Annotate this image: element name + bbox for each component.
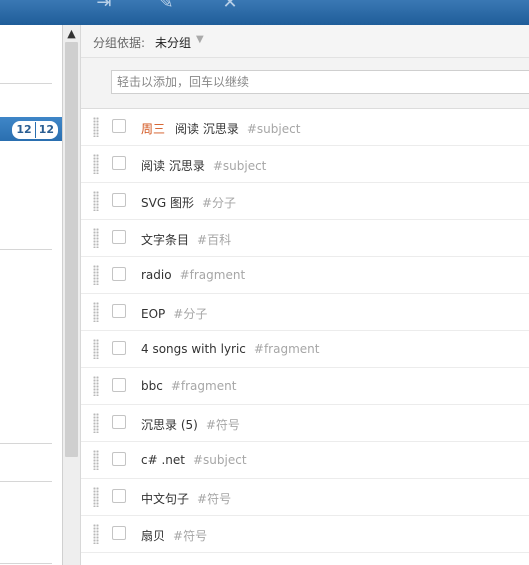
- group-by-value[interactable]: 未分组: [155, 34, 191, 51]
- task-checkbox[interactable]: [112, 230, 126, 244]
- drag-handle-icon[interactable]: [93, 154, 99, 174]
- task-tag[interactable]: #fragment: [180, 268, 246, 282]
- drag-handle-icon[interactable]: [93, 265, 99, 285]
- task-title: SVG 图形: [141, 196, 194, 210]
- task-title: bbc: [141, 379, 163, 393]
- scroll-thumb[interactable]: [65, 42, 78, 457]
- task-title: 中文句子: [141, 492, 190, 506]
- count-badge-total: 12: [16, 123, 32, 136]
- task-row[interactable]: 4 songs with lyric #fragment: [81, 331, 529, 368]
- drag-handle-icon[interactable]: [93, 228, 99, 248]
- task-checkbox[interactable]: [112, 526, 126, 540]
- task-text[interactable]: 中文句子 #符号: [141, 490, 231, 507]
- task-title: 文字条目: [141, 233, 190, 247]
- drag-handle-icon[interactable]: [93, 191, 99, 211]
- task-checkbox[interactable]: [112, 156, 126, 170]
- sidebar-divider: [0, 443, 52, 444]
- task-tag[interactable]: #subject: [193, 453, 247, 467]
- drag-handle-icon[interactable]: [93, 524, 99, 544]
- task-checkbox[interactable]: [112, 193, 126, 207]
- sidebar-scrollbar[interactable]: ▲: [62, 25, 80, 565]
- task-row[interactable]: bbc #fragment: [81, 368, 529, 405]
- top-toolbar: ⇥ ✎ ✕: [0, 0, 529, 25]
- task-due-date: 周三: [141, 122, 166, 136]
- add-task-row: [81, 58, 529, 109]
- task-checkbox[interactable]: [112, 415, 126, 429]
- drag-handle-icon[interactable]: [93, 339, 99, 359]
- drag-handle-icon[interactable]: [93, 413, 99, 433]
- task-list: 周三 阅读 沉思录 #subject 阅读 沉思录 #subject SVG 图形 #分子文…: [81, 109, 529, 553]
- sidebar-item-active[interactable]: 12 12: [0, 117, 62, 141]
- task-text[interactable]: radio #fragment: [141, 268, 245, 282]
- group-by-bar: 分组依据: 未分组 ▼: [81, 25, 529, 58]
- task-tag[interactable]: #subject: [247, 122, 301, 136]
- task-row[interactable]: 文字条目 #百科: [81, 220, 529, 257]
- group-by-label: 分组依据:: [93, 36, 146, 50]
- task-title: 阅读 沉思录: [175, 122, 239, 136]
- sidebar: 12 12: [0, 25, 62, 565]
- sidebar-divider: [0, 249, 52, 250]
- drag-handle-icon[interactable]: [93, 302, 99, 322]
- task-title: 沉思录 (5): [141, 418, 198, 432]
- sidebar-divider: [0, 563, 52, 564]
- task-row[interactable]: radio #fragment: [81, 257, 529, 294]
- task-tag[interactable]: #subject: [213, 159, 267, 173]
- task-row[interactable]: 沉思录 (5) #符号: [81, 405, 529, 442]
- task-title: c# .net: [141, 453, 185, 467]
- task-text[interactable]: 阅读 沉思录 #subject: [141, 157, 266, 174]
- move-to-icon[interactable]: ⇥: [93, 0, 115, 12]
- drag-handle-icon[interactable]: [93, 117, 99, 137]
- task-row[interactable]: EOP #分子: [81, 294, 529, 331]
- task-checkbox[interactable]: [112, 119, 126, 133]
- task-title: 扇贝: [141, 529, 166, 543]
- task-tag[interactable]: #符号: [197, 492, 231, 506]
- drag-handle-icon[interactable]: [93, 376, 99, 396]
- chevron-down-icon[interactable]: ▼: [196, 34, 204, 45]
- task-checkbox[interactable]: [112, 489, 126, 503]
- task-text[interactable]: 4 songs with lyric #fragment: [141, 342, 319, 356]
- task-text[interactable]: 文字条目 #百科: [141, 231, 231, 248]
- task-text[interactable]: EOP #分子: [141, 305, 207, 322]
- task-checkbox[interactable]: [112, 304, 126, 318]
- task-tag[interactable]: #百科: [197, 233, 231, 247]
- task-panel: 分组依据: 未分组 ▼ 周三阅读 沉思录#subject阅读 沉思录#subje…: [80, 25, 529, 565]
- drag-handle-icon[interactable]: [93, 450, 99, 470]
- task-checkbox[interactable]: [112, 267, 126, 281]
- task-row[interactable]: SVG 图形 #分子: [81, 183, 529, 220]
- task-text[interactable]: c# .net #subject: [141, 453, 247, 467]
- task-text[interactable]: bbc #fragment: [141, 379, 236, 393]
- task-title: EOP: [141, 307, 166, 321]
- task-tag[interactable]: #符号: [206, 418, 240, 432]
- drag-handle-icon[interactable]: [93, 487, 99, 507]
- edit-pencil-icon[interactable]: ✎: [155, 0, 177, 12]
- task-checkbox[interactable]: [112, 378, 126, 392]
- task-title: radio: [141, 268, 172, 282]
- count-badge-remaining: 12: [34, 122, 57, 138]
- task-tag[interactable]: #符号: [173, 529, 207, 543]
- task-row[interactable]: 中文句子 #符号: [81, 479, 529, 516]
- sidebar-divider: [0, 481, 52, 482]
- task-tag[interactable]: #fragment: [254, 342, 320, 356]
- task-text[interactable]: 扇贝 #符号: [141, 527, 207, 544]
- task-title: 4 songs with lyric: [141, 342, 246, 356]
- add-task-input[interactable]: [111, 70, 529, 94]
- count-badge: 12 12: [12, 121, 58, 139]
- task-row[interactable]: 扇贝 #符号: [81, 516, 529, 553]
- sidebar-divider: [0, 83, 52, 84]
- task-checkbox[interactable]: [112, 341, 126, 355]
- task-text[interactable]: 周三 阅读 沉思录 #subject: [141, 120, 300, 137]
- task-text[interactable]: SVG 图形 #分子: [141, 194, 236, 211]
- task-title: 阅读 沉思录: [141, 159, 205, 173]
- task-row[interactable]: 周三 阅读 沉思录 #subject: [81, 109, 529, 146]
- task-tag[interactable]: #分子: [173, 307, 207, 321]
- task-row[interactable]: 阅读 沉思录 #subject: [81, 146, 529, 183]
- task-text[interactable]: 沉思录 (5) #符号: [141, 416, 240, 433]
- task-row[interactable]: c# .net #subject: [81, 442, 529, 479]
- task-tag[interactable]: #fragment: [171, 379, 237, 393]
- task-checkbox[interactable]: [112, 452, 126, 466]
- task-tag[interactable]: #分子: [202, 196, 236, 210]
- delete-x-icon[interactable]: ✕: [219, 0, 241, 12]
- scroll-up-arrow-icon[interactable]: ▲: [63, 25, 80, 42]
